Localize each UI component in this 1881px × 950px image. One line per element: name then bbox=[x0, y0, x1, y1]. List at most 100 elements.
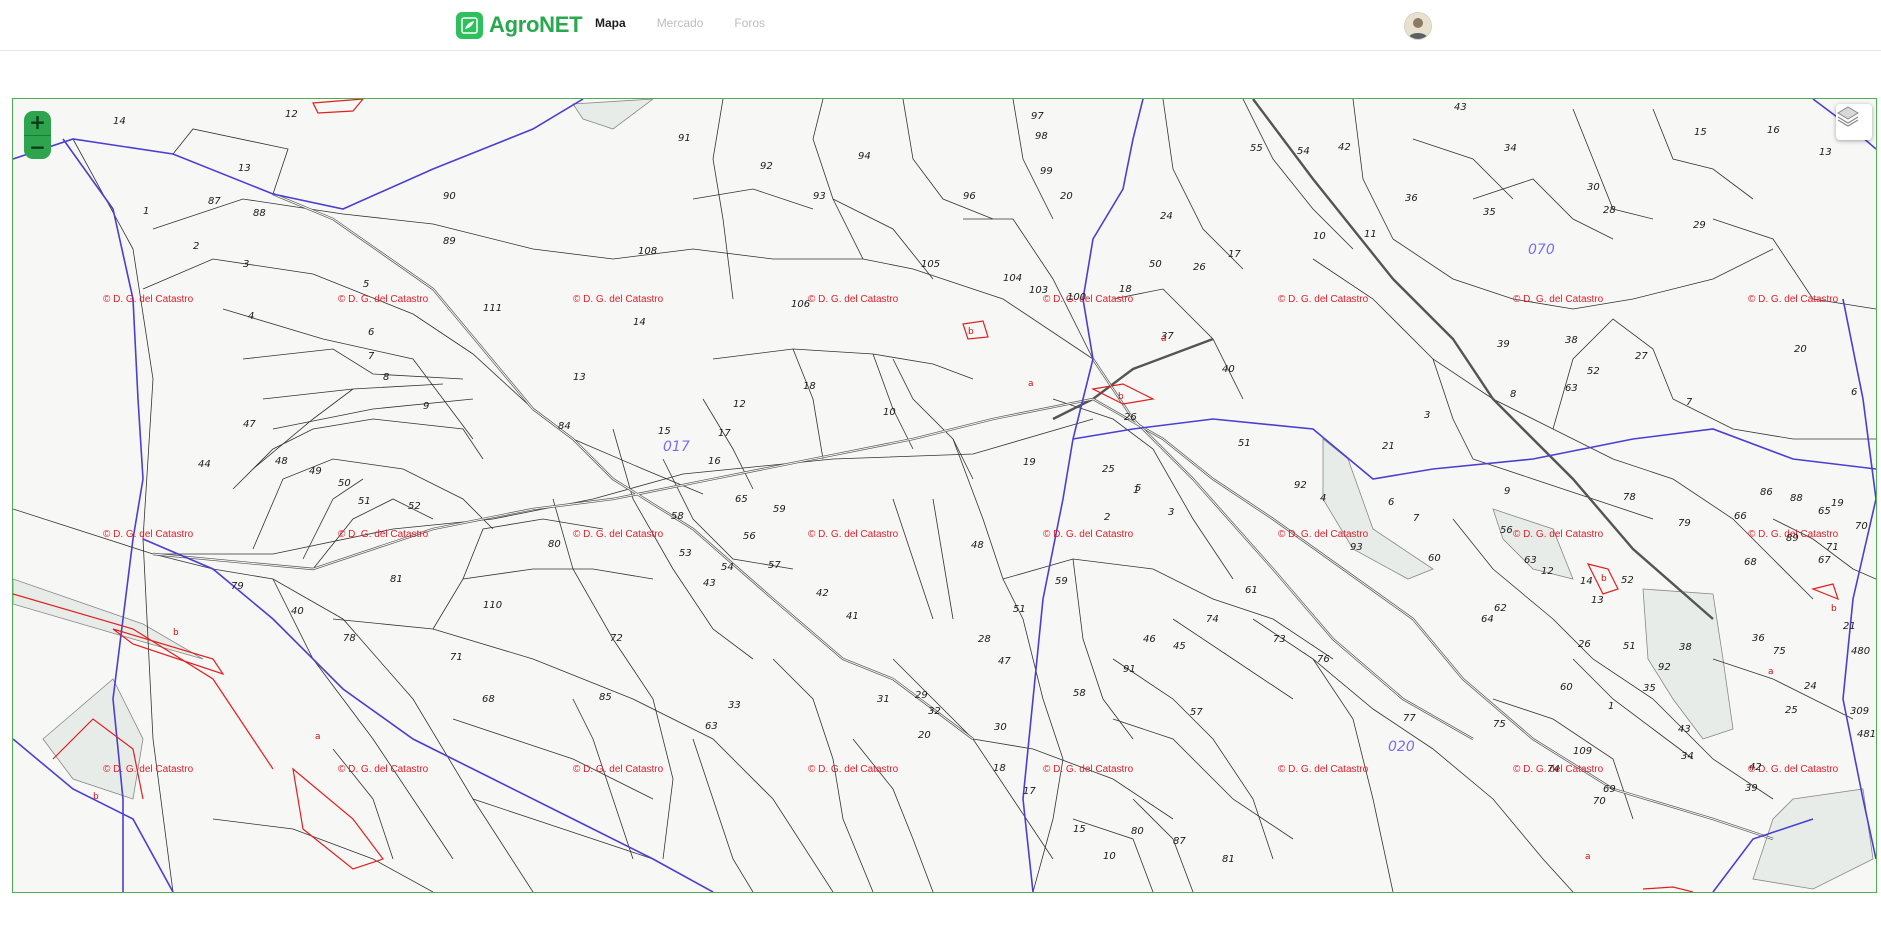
parcel-number: 42 bbox=[1749, 762, 1762, 773]
parcel-number: 51 bbox=[1623, 641, 1636, 652]
parcel-number: 13 bbox=[238, 163, 251, 174]
parcel-number: 51 bbox=[1238, 438, 1251, 449]
parcel-number: 20 bbox=[1060, 191, 1073, 202]
parcel-number: 19 bbox=[1023, 457, 1036, 468]
parcel-number: 481 bbox=[1857, 729, 1876, 740]
parcel-number: 62 bbox=[1494, 603, 1507, 614]
parcel-number: 55 bbox=[1250, 143, 1263, 154]
cadastral-map[interactable]: © D. G. del Catastro © D. G. del Catastr… bbox=[12, 98, 1877, 893]
svg-text:© D. G. del Catastro: © D. G. del Catastro bbox=[1278, 529, 1369, 540]
zoom-in-button[interactable]: + bbox=[24, 111, 51, 135]
parcel-number: 17 bbox=[718, 428, 731, 439]
parcel-number: 56 bbox=[743, 531, 756, 542]
brand[interactable]: AgroNET bbox=[456, 11, 583, 39]
nav-item-mapa[interactable]: Mapa bbox=[595, 16, 626, 30]
layers-button[interactable] bbox=[1836, 104, 1872, 140]
parcel-number: 89 bbox=[443, 236, 456, 247]
parcel-number: 18 bbox=[1119, 284, 1132, 295]
svg-text:© D. G. del Catastro: © D. G. del Catastro bbox=[338, 764, 429, 775]
parcel-number: 42 bbox=[816, 588, 829, 599]
parcel-number: 38 bbox=[1565, 335, 1578, 346]
parcel-number: 26 bbox=[1578, 639, 1591, 650]
svg-text:© D. G. del Catastro: © D. G. del Catastro bbox=[573, 529, 664, 540]
parcel-number: 64 bbox=[1481, 614, 1494, 625]
parcel-number: 6 bbox=[368, 327, 374, 338]
parcel-number: 15 bbox=[658, 426, 671, 437]
parcel-number: 11 bbox=[1364, 229, 1377, 240]
parcel-number: 67 bbox=[1818, 555, 1831, 566]
parcel-number: 60 bbox=[1428, 553, 1441, 564]
parcel-number: 10 bbox=[883, 407, 896, 418]
parcel-number: 70 bbox=[1593, 796, 1606, 807]
parcel-number: 19 bbox=[1831, 498, 1844, 509]
map-canvas[interactable]: © D. G. del Catastro © D. G. del Catastr… bbox=[13, 99, 1876, 892]
svg-text:© D. G. del Catastro: © D. G. del Catastro bbox=[1513, 294, 1604, 305]
parcel-number: 73 bbox=[1273, 634, 1286, 645]
parcel-number: 30 bbox=[994, 722, 1007, 733]
parcel-number: 71 bbox=[450, 652, 463, 663]
parcel-number: 13 bbox=[573, 372, 586, 383]
parcel-number: 93 bbox=[813, 191, 826, 202]
parcel-number: 70 bbox=[1855, 521, 1868, 532]
parcel-number: 52 bbox=[1621, 575, 1634, 586]
svg-text:b: b bbox=[968, 327, 974, 337]
parcel-number: 35 bbox=[1643, 683, 1656, 694]
parcel-number: 33 bbox=[728, 700, 741, 711]
parcel-number: 72 bbox=[610, 633, 623, 644]
parcel-number: 60 bbox=[1560, 682, 1573, 693]
parcel-number: 81 bbox=[1222, 854, 1235, 865]
main-nav: Mapa Mercado Foros bbox=[595, 16, 796, 30]
parcel-number: 29 bbox=[915, 690, 928, 701]
parcel-number: 7 bbox=[368, 351, 375, 362]
parcel-number: 43 bbox=[1454, 102, 1467, 113]
parcel-number: 1 bbox=[1133, 485, 1139, 496]
parcel-number: 10 bbox=[1313, 231, 1326, 242]
nav-item-foros[interactable]: Foros bbox=[734, 16, 765, 30]
parcel-number: 40 bbox=[1222, 364, 1235, 375]
parcel-number: 88 bbox=[253, 208, 266, 219]
svg-text:© D. G. del Catastro: © D. G. del Catastro bbox=[338, 294, 429, 305]
parcel-number: 15 bbox=[1073, 824, 1086, 835]
svg-text:070: 070 bbox=[1528, 242, 1555, 258]
parcel-number: 94 bbox=[858, 151, 871, 162]
parcel-number: 93 bbox=[1350, 542, 1363, 553]
parcel-number: 66 bbox=[1734, 511, 1747, 522]
parcel-number: 25 bbox=[1785, 705, 1798, 716]
svg-text:© D. G. del Catastro: © D. G. del Catastro bbox=[338, 529, 429, 540]
parcel-number: 44 bbox=[198, 459, 211, 470]
svg-text:© D. G. del Catastro: © D. G. del Catastro bbox=[808, 529, 899, 540]
agronet-logo-icon bbox=[456, 11, 483, 39]
parcel-number: 51 bbox=[1013, 604, 1026, 615]
parcel-number: 74 bbox=[1206, 614, 1219, 625]
parcel-number: 86 bbox=[1760, 487, 1773, 498]
svg-text:© D. G. del Catastro: © D. G. del Catastro bbox=[1043, 764, 1134, 775]
parcel-number: 90 bbox=[443, 191, 456, 202]
nav-item-mercado[interactable]: Mercado bbox=[657, 16, 704, 30]
parcel-number: 21 bbox=[1843, 621, 1856, 632]
parcel-number: 34 bbox=[1681, 751, 1694, 762]
parcel-number: 85 bbox=[599, 692, 612, 703]
roads bbox=[152, 99, 1774, 841]
parcel-number: 75 bbox=[1493, 719, 1506, 730]
parcel-number: 13 bbox=[1591, 595, 1604, 606]
parcel-number: 41 bbox=[846, 611, 859, 622]
svg-text:© D. G. del Catastro: © D. G. del Catastro bbox=[1748, 294, 1839, 305]
parcel-number: 17 bbox=[1228, 249, 1241, 260]
parcel-number: 100 bbox=[1067, 292, 1086, 303]
zoom-out-button[interactable]: − bbox=[24, 135, 51, 159]
svg-text:b: b bbox=[173, 628, 179, 638]
parcel-number: 26 bbox=[1124, 412, 1137, 423]
parcel-number: 48 bbox=[275, 456, 288, 467]
parcel-number: 84 bbox=[558, 421, 571, 432]
parcel-number: 9 bbox=[423, 401, 429, 412]
parcel-number: 89 bbox=[1786, 533, 1799, 544]
parcel-number: 36 bbox=[1752, 633, 1765, 644]
parcel-number: 12 bbox=[733, 399, 746, 410]
parcel-number: 4 bbox=[1320, 493, 1326, 504]
user-avatar[interactable] bbox=[1404, 12, 1432, 40]
parcel-number: 40 bbox=[291, 606, 304, 617]
parcel-number: 81 bbox=[390, 574, 403, 585]
parcel-number: 69 bbox=[1603, 784, 1616, 795]
parcel-number: 12 bbox=[1541, 566, 1554, 577]
parcel-numbers: 14121318788234567894744 48495051 529192949… bbox=[113, 102, 1876, 865]
